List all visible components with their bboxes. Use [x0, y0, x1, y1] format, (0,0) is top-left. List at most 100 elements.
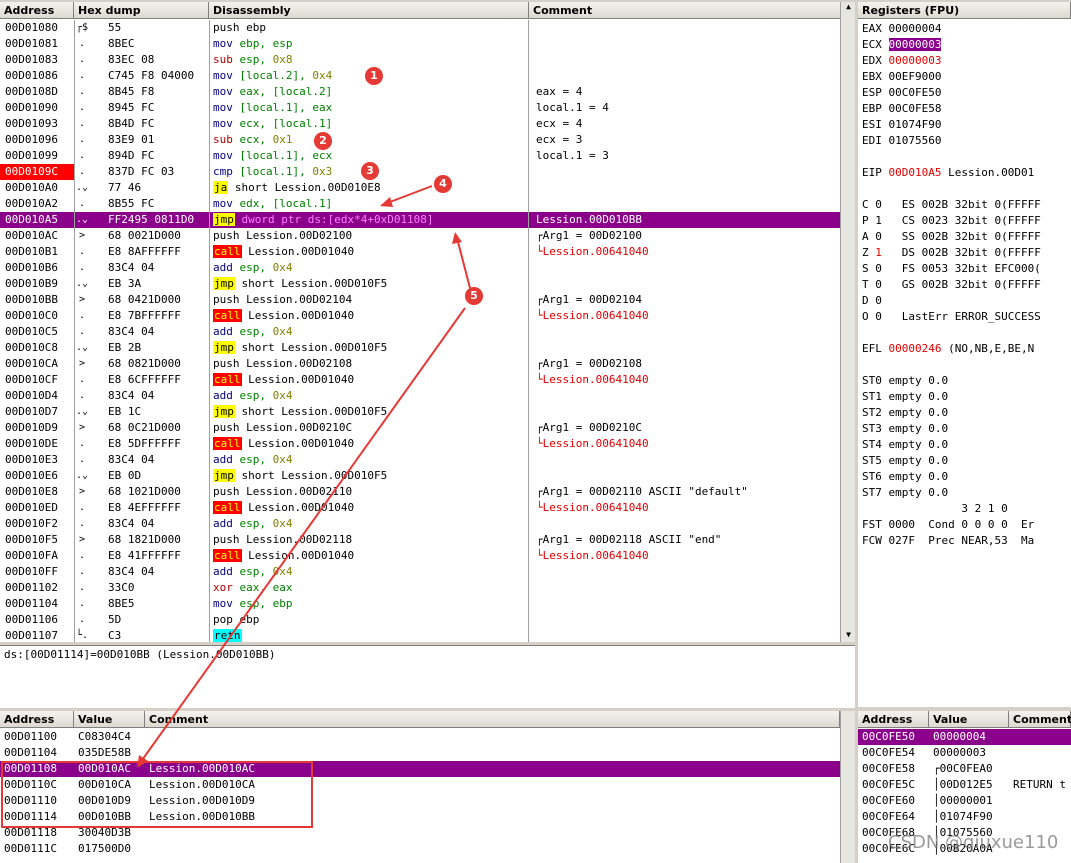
- registers-header[interactable]: Registers (FPU): [858, 2, 1071, 19]
- disasm-row[interactable]: 00D01096. 83E9 01 sub ecx, 0x1 ecx = 3: [0, 132, 840, 148]
- dump-row[interactable]: 00D01100 C08304C4: [0, 729, 840, 745]
- disasm-row[interactable]: 00D010CA >68 0821D000 push Lession.00D0210…: [0, 356, 840, 372]
- scroll-down-arrow-icon[interactable]: ▼: [841, 630, 855, 642]
- disasm-row[interactable]: 00D010BB >68 0421D000 push Lession.00D0210…: [0, 292, 840, 308]
- register-value[interactable]: 00000246: [889, 342, 942, 355]
- stack-row[interactable]: 00C0FE5C │00D012E5 RETURN t: [858, 777, 1071, 793]
- disasm-row[interactable]: 00D010D7 .⌄ EB 1C jmp short Lession.00D010F…: [0, 404, 840, 420]
- register-line[interactable]: FCW 027F Prec NEAR,53 Ma: [862, 533, 1034, 549]
- disasm-row[interactable]: 00D0109C. 837D FC 03 cmp [local.1], 0x3: [0, 164, 840, 180]
- column-header-address[interactable]: Address: [0, 2, 74, 19]
- register-line[interactable]: EFL 00000246 (NO,NB,E,BE,N: [862, 341, 1034, 357]
- disasm-row[interactable]: 00D0108D. 8B45 F8 mov eax, [local.2] eax = …: [0, 84, 840, 100]
- stack-header-address[interactable]: Address: [858, 711, 929, 728]
- register-value[interactable]: 00D010A5: [889, 166, 942, 179]
- disasm-row[interactable]: 00D01102. 33C0 xor eax, eax: [0, 580, 840, 596]
- stack-row[interactable]: 00C0FE54 00000003: [858, 745, 1071, 761]
- disasm-row[interactable]: 00D010E8 >68 1021D000 push Lession.00D0211…: [0, 484, 840, 500]
- disasm-row[interactable]: 00D010C0. E8 7BFFFFFF call Lession.00D0104…: [0, 308, 840, 324]
- register-line[interactable]: 3 2 1 0: [862, 501, 1007, 517]
- register-line[interactable]: EBX 00EF9000: [862, 69, 941, 85]
- register-line[interactable]: D 0: [862, 293, 882, 309]
- dump-header-address[interactable]: Address: [0, 711, 74, 728]
- disasm-row[interactable]: 00D01104. 8BE5 mov esp, ebp: [0, 596, 840, 612]
- register-value[interactable]: 00000003: [888, 38, 942, 51]
- disasm-row[interactable]: 00D01080 ┌$ 55 push ebp: [0, 20, 840, 36]
- register-value[interactable]: 00000003: [889, 54, 942, 67]
- column-header-disassembly[interactable]: Disassembly: [209, 2, 529, 19]
- register-line[interactable]: ESP 00C0FE50: [862, 85, 941, 101]
- row-address: 00D01106: [0, 612, 74, 628]
- register-line[interactable]: T 0 GS 002B 32bit 0(FFFFF: [862, 277, 1041, 293]
- disasm-row[interactable]: 00D010ED. E8 4EFFFFFF call Lession.00D0104…: [0, 500, 840, 516]
- column-header-comment[interactable]: Comment: [529, 2, 841, 19]
- register-line[interactable]: ST7 empty 0.0: [862, 485, 948, 501]
- disasm-row[interactable]: 00D010F2. 83C4 04 add esp, 0x4: [0, 516, 840, 532]
- stack-row[interactable]: 00C0FE60 │00000001: [858, 793, 1071, 809]
- register-line[interactable]: ESI 01074F90: [862, 117, 941, 133]
- stack-row[interactable]: 00C0FE58 ┌00C0FEA0: [858, 761, 1071, 777]
- register-line[interactable]: EBP 00C0FE58: [862, 101, 941, 117]
- register-line[interactable]: ST0 empty 0.0: [862, 373, 948, 389]
- register-line[interactable]: ECX 00000003: [862, 37, 942, 53]
- disasm-row[interactable]: 00D01099. 894D FC mov [local.1], ecx local.…: [0, 148, 840, 164]
- register-line[interactable]: O 0 LastErr ERROR_SUCCESS: [862, 309, 1041, 325]
- register-line[interactable]: A 0 SS 002B 32bit 0(FFFFF: [862, 229, 1041, 245]
- register-line[interactable]: S 0 FS 0053 32bit EFC000(: [862, 261, 1041, 277]
- disasm-row[interactable]: 00D010D4. 83C4 04 add esp, 0x4: [0, 388, 840, 404]
- register-line[interactable]: EDI 01075560: [862, 133, 941, 149]
- disasm-row[interactable]: 00D010B6. 83C4 04 add esp, 0x4: [0, 260, 840, 276]
- register-line[interactable]: ST1 empty 0.0: [862, 389, 948, 405]
- stack-header-comment[interactable]: Comment: [1009, 711, 1071, 728]
- register-line[interactable]: C 0 ES 002B 32bit 0(FFFFF: [862, 197, 1041, 213]
- disasm-row[interactable]: 00D010CF. E8 6CFFFFFF call Lession.00D0104…: [0, 372, 840, 388]
- disasm-row[interactable]: 00D010A0 .⌄ 77 46 ja short Lession.00D010E8: [0, 180, 840, 196]
- disasm-row[interactable]: 00D010A2. 8B55 FC mov edx, [local.1]: [0, 196, 840, 212]
- disasm-row[interactable]: 00D010B1. E8 8AFFFFFF call Lession.00D0104…: [0, 244, 840, 260]
- disasm-row[interactable]: 00D01093. 8B4D FC mov ecx, [local.1] ecx = …: [0, 116, 840, 132]
- disasm-row[interactable]: 00D010C5. 83C4 04 add esp, 0x4: [0, 324, 840, 340]
- disasm-row[interactable]: 00D010AC >68 0021D000 push Lession.00D0210…: [0, 228, 840, 244]
- disasm-row[interactable]: 00D010F5 >68 1821D000 push Lession.00D0211…: [0, 532, 840, 548]
- disasm-row[interactable]: 00D01086. C745 F8 04000 mov [local.2], 0x4: [0, 68, 840, 84]
- register-line[interactable]: ST5 empty 0.0: [862, 453, 948, 469]
- disasm-row[interactable]: 00D010D9 >68 0C21D000 push Lession.00D0210…: [0, 420, 840, 436]
- disasm-row[interactable]: 00D010A5 .⌄ FF2495 0811D0 jmp dword ptr ds:…: [0, 212, 840, 228]
- stack-row[interactable]: 00C0FE50 00000004: [858, 729, 1071, 745]
- disasm-row[interactable]: 00D010DE. E8 5DFFFFFF call Lession.00D0104…: [0, 436, 840, 452]
- dump-row[interactable]: 00D0111C 017500D0: [0, 841, 840, 857]
- dump-header-value[interactable]: Value: [74, 711, 145, 728]
- disasm-row[interactable]: 00D010FF. 83C4 04 add esp, 0x4: [0, 564, 840, 580]
- disasm-row[interactable]: 00D010FA. E8 41FFFFFF call Lession.00D0104…: [0, 548, 840, 564]
- dump-header-comment[interactable]: Comment: [145, 711, 840, 728]
- register-line[interactable]: ST3 empty 0.0: [862, 421, 948, 437]
- disasm-row[interactable]: 00D01081. 8BEC mov ebp, esp: [0, 36, 840, 52]
- column-header-hex-dump[interactable]: Hex dump: [74, 2, 209, 19]
- stack-header-value[interactable]: Value: [929, 711, 1009, 728]
- register-line[interactable]: ST6 empty 0.0: [862, 469, 948, 485]
- scroll-up-arrow-icon[interactable]: ▲: [841, 2, 855, 14]
- disasm-row[interactable]: 00D010E3. 83C4 04 add esp, 0x4: [0, 452, 840, 468]
- disasm-row[interactable]: 00D010B9 .⌄ EB 3A jmp short Lession.00D010F…: [0, 276, 840, 292]
- disasm-row[interactable]: 00D01106. 5D pop ebp: [0, 612, 840, 628]
- cpu-disassembly-pane[interactable]: Address Hex dump Disassembly Comment 00D…: [0, 2, 855, 642]
- cpu-scrollbar[interactable]: ▲ ▼: [840, 2, 855, 642]
- disasm-row[interactable]: 00D010E6 .⌄ EB 0D jmp short Lession.00D010F…: [0, 468, 840, 484]
- register-line[interactable]: EDX 00000003: [862, 53, 941, 69]
- register-line[interactable]: EAX 00000004: [862, 21, 941, 37]
- register-line[interactable]: FST 0000 Cond 0 0 0 0 Er: [862, 517, 1034, 533]
- disasm-row[interactable]: 00D01083. 83EC 08 sub esp, 0x8: [0, 52, 840, 68]
- disasm-row[interactable]: 00D01107 └. C3 retn: [0, 628, 840, 642]
- register-line[interactable]: ST4 empty 0.0: [862, 437, 948, 453]
- stack-row[interactable]: 00C0FE64 │01074F90: [858, 809, 1071, 825]
- dump-row[interactable]: 00D01104 035DE58B: [0, 745, 840, 761]
- register-line[interactable]: P 1 CS 0023 32bit 0(FFFFF: [862, 213, 1041, 229]
- registers-pane[interactable]: Registers (FPU) EAX 00000004 ECX 00000003…: [858, 2, 1071, 707]
- register-line[interactable]: Z 1 DS 002B 32bit 0(FFFFF: [862, 245, 1041, 261]
- register-line[interactable]: ST2 empty 0.0: [862, 405, 948, 421]
- register-value[interactable]: 1: [875, 246, 882, 259]
- disasm-row[interactable]: 00D01090. 8945 FC mov [local.1], eax local.…: [0, 100, 840, 116]
- disasm-row[interactable]: 00D010C8 .⌄ EB 2B jmp short Lession.00D010F…: [0, 340, 840, 356]
- dump-scrollbar[interactable]: [840, 711, 855, 863]
- register-line[interactable]: EIP 00D010A5 Lession.00D01: [862, 165, 1034, 181]
